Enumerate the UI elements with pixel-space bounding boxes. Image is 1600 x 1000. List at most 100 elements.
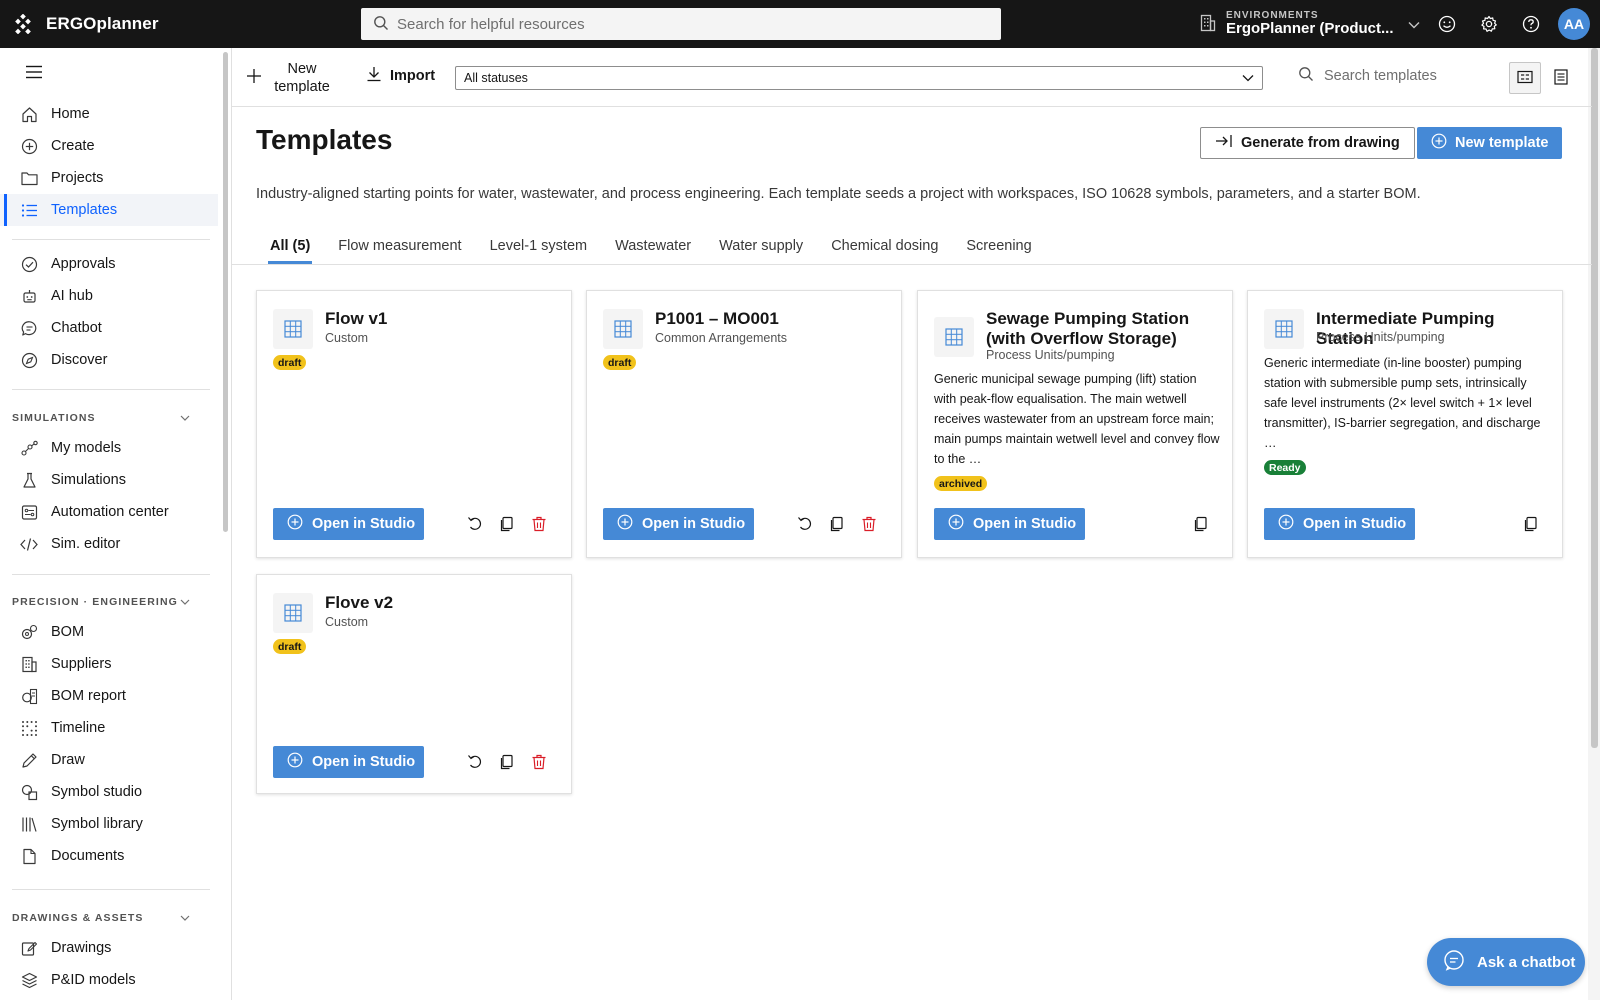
sidebar-item-my-models[interactable]: My models [0, 432, 218, 464]
tab-flow-measurement[interactable]: Flow measurement [324, 228, 475, 264]
help-icon[interactable] [1510, 0, 1552, 48]
sidebar-item-chatbot[interactable]: Chatbot [0, 312, 218, 344]
status-badge: draft [273, 639, 307, 654]
sidebar-item-templates[interactable]: Templates [0, 194, 218, 226]
sidebar-item-bom-report[interactable]: BOM report [0, 680, 218, 712]
environment-switcher[interactable]: ENVIRONMENTS ErgoPlanner (Product... [1200, 8, 1420, 40]
sidebar-item-label: Symbol library [51, 816, 143, 832]
delete-trash-icon[interactable] [528, 513, 550, 535]
sidebar-item-sim-editor[interactable]: Sim. editor [0, 528, 218, 560]
settings-gear-icon[interactable] [1468, 0, 1510, 48]
template-search[interactable] [1298, 66, 1484, 85]
page-title: Templates [256, 124, 393, 155]
list-view-toggle[interactable] [1545, 62, 1577, 94]
tab-all[interactable]: All (5) [256, 228, 324, 264]
sidebar-item-home[interactable]: Home [0, 98, 218, 130]
sidebar-item-symbol-library[interactable]: Symbol library [0, 808, 218, 840]
copy-icon[interactable] [1190, 513, 1212, 535]
main-scrollbar[interactable] [1591, 48, 1598, 748]
template-card[interactable]: Flow v1 Custom draft Open in Studio [256, 290, 572, 558]
add-circle-icon [1431, 133, 1447, 153]
generate-from-drawing-label: Generate from drawing [1241, 135, 1400, 151]
open-in-studio-button[interactable]: Open in Studio [1264, 508, 1415, 540]
tab-water-supply[interactable]: Water supply [705, 228, 817, 264]
sidebar-item-pid-models[interactable]: P&ID models [0, 964, 218, 996]
menu-hamburger-icon[interactable] [22, 60, 46, 84]
layers-icon [20, 971, 38, 989]
open-in-studio-button[interactable]: Open in Studio [603, 508, 754, 540]
copy-icon[interactable] [496, 751, 518, 773]
tab-wastewater[interactable]: Wastewater [601, 228, 705, 264]
user-avatar[interactable]: AA [1558, 8, 1590, 40]
sidebar-item-automation-center[interactable]: Automation center [0, 496, 218, 528]
tab-level-1-system[interactable]: Level-1 system [476, 228, 602, 264]
app-name: ERGOplanner [46, 14, 159, 33]
sidebar-item-label: Projects [51, 170, 104, 186]
sidebar-item-suppliers[interactable]: Suppliers [0, 648, 218, 680]
sidebar-item-label: Discover [51, 352, 108, 368]
feedback-smile-icon[interactable] [1426, 0, 1468, 48]
grid-dots-icon [20, 719, 38, 737]
copy-icon[interactable] [826, 513, 848, 535]
status-filter-select[interactable]: All statuses [455, 66, 1263, 90]
toolbar-import-button[interactable]: Import [366, 66, 435, 86]
sidebar-item-symbol-studio[interactable]: Symbol studio [0, 776, 218, 808]
sidebar-item-label: Sim. editor [51, 536, 121, 552]
sidebar-item-timeline[interactable]: Timeline [0, 712, 218, 744]
revert-icon[interactable] [464, 751, 486, 773]
revert-icon[interactable] [794, 513, 816, 535]
sidebar-item-simulations[interactable]: Simulations [0, 464, 218, 496]
open-in-studio-button[interactable]: Open in Studio [934, 508, 1085, 540]
search-icon [1298, 66, 1314, 85]
delete-trash-icon[interactable] [858, 513, 880, 535]
page-description: Industry-aligned starting points for wat… [256, 186, 1421, 202]
new-template-button[interactable]: New template [1417, 127, 1563, 159]
copy-icon[interactable] [1520, 513, 1542, 535]
template-card[interactable]: Intermediate Pumping Station Process Uni… [1247, 290, 1563, 558]
template-category: Custom [325, 615, 369, 629]
sidebar-item-label: BOM [51, 624, 85, 640]
sidebar-scrollbar[interactable] [223, 52, 228, 532]
add-icon [246, 68, 262, 88]
template-title[interactable]: Sewage Pumping Station (with Overflow St… [986, 309, 1218, 348]
copy-icon[interactable] [496, 513, 518, 535]
sidebar-item-documents[interactable]: Documents [0, 840, 218, 872]
template-title[interactable]: P1001 – MO001 [655, 309, 887, 329]
open-in-studio-button[interactable]: Open in Studio [273, 508, 424, 540]
toolbar-new-template-button[interactable]: New template [246, 58, 346, 98]
sidebar-item-projects[interactable]: Projects [0, 162, 218, 194]
sidebar-item-label: Chatbot [51, 320, 102, 336]
tab-screening[interactable]: Screening [952, 228, 1045, 264]
toolbar-import-label: Import [390, 68, 436, 84]
sidebar-item-discover[interactable]: Discover [0, 344, 218, 376]
sidebar-item-bom[interactable]: BOM [0, 616, 218, 648]
section-simulations-header[interactable]: SIMULATIONS [0, 404, 218, 432]
sidebar-item-draw[interactable]: Draw [0, 744, 218, 776]
template-search-input[interactable] [1324, 67, 1484, 84]
template-card[interactable]: Sewage Pumping Station (with Overflow St… [917, 290, 1233, 558]
global-search-input[interactable] [397, 15, 957, 33]
ask-chatbot-button[interactable]: Ask a chatbot [1427, 938, 1585, 986]
chevron-down-icon [1242, 71, 1254, 85]
template-description: Generic municipal sewage pumping (lift) … [934, 372, 1220, 466]
section-precision-engineering-header[interactable]: PRECISION · ENGINEERING [0, 588, 218, 616]
revert-icon[interactable] [464, 513, 486, 535]
brand[interactable]: ERGOplanner [0, 13, 360, 35]
section-drawings-assets-header[interactable]: DRAWINGS & ASSETS [0, 904, 218, 932]
grid-view-toggle[interactable] [1509, 62, 1541, 94]
global-search[interactable] [361, 8, 1001, 40]
delete-trash-icon[interactable] [528, 751, 550, 773]
sidebar-item-create[interactable]: Create [0, 130, 218, 162]
sidebar-divider [12, 889, 210, 890]
template-title[interactable]: Flow v1 [325, 309, 557, 329]
sidebar-item-approvals[interactable]: Approvals [0, 248, 218, 280]
open-in-studio-button[interactable]: Open in Studio [273, 746, 424, 778]
template-thumbnail-grid-icon [603, 309, 643, 349]
template-card[interactable]: P1001 – MO001 Common Arrangements draft … [586, 290, 902, 558]
sidebar-item-drawings[interactable]: Drawings [0, 932, 218, 964]
generate-from-drawing-button[interactable]: Generate from drawing [1200, 127, 1415, 159]
template-title[interactable]: Flove v2 [325, 593, 557, 613]
sidebar-item-ai-hub[interactable]: AI hub [0, 280, 218, 312]
tab-chemical-dosing[interactable]: Chemical dosing [817, 228, 952, 264]
template-card[interactable]: Flove v2 Custom draft Open in Studio [256, 574, 572, 794]
